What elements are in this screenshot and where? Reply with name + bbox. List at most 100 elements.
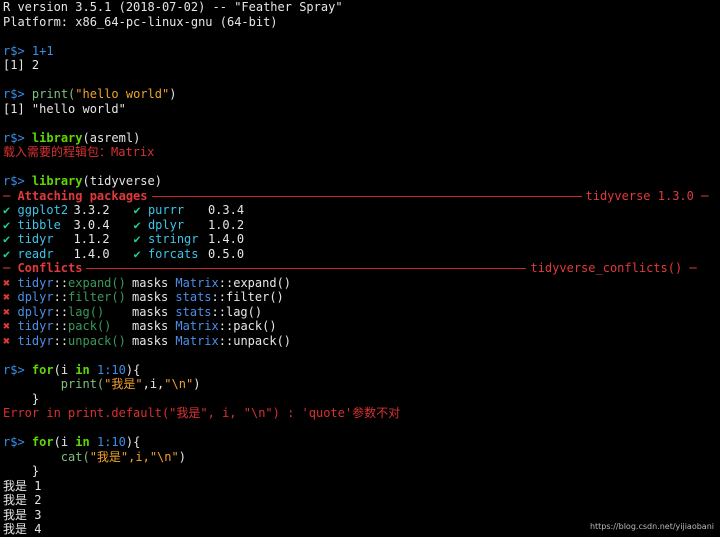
conflict-function: pack() [68,319,112,333]
conflict-function: filter() [68,290,126,304]
code-text: } [31,464,40,478]
code-line: print("我是",i,"\n") [3,377,720,392]
package-name: stringr [147,232,199,246]
keyword: for [31,435,54,449]
package-row: ✔ tibble 3.0.4 ✔ dplyr 1.0.2 [3,218,720,233]
code-line: cat("我是",i,"\n") [3,450,720,465]
error-line: Error in print.default("我是", i, "\n") : … [3,406,401,420]
conflict-package: tidyr [17,333,54,348]
masked-package: Matrix [175,319,219,333]
masks-word: masks [132,275,169,290]
paren: ) [169,87,177,101]
command-line: r$> library(asreml) [3,131,720,146]
prompt: r$> [3,43,25,58]
keyword: library [31,174,83,188]
conflict-row: ✖ dplyr::lag() masks stats::lag() [3,304,263,319]
package-version: 1.4.0 [207,232,245,246]
conflict-function: lag() [68,304,105,319]
cross-icon: ✖ [3,319,11,333]
conflict-function: expand() [68,275,126,290]
package-version: 3.0.4 [73,217,110,232]
command-line: r$> for(i in 1:10){ [3,363,720,378]
output-line: [1] 2 [3,58,40,72]
command-line: r$> for(i in 1:10){ [3,435,720,450]
conflict-package: tidyr [17,319,54,333]
masked-function: lag() [225,304,263,319]
watermark: https://blog.csdn.net/yijiaobani [589,522,714,531]
attaching-header: ─ Attaching packages tidyverse 1.3.0 ─ [3,189,720,204]
cross-icon: ✖ [3,275,11,290]
code-text: (i [53,362,76,377]
masks-word: masks [132,319,169,333]
package-name: dplyr [147,217,185,232]
masked-package: Matrix [175,275,219,290]
package-name: tidyr [17,232,54,246]
package-name: tibble [17,217,61,232]
output-line: 我是 3 [3,507,42,522]
package-version: 0.3.4 [207,203,245,217]
package-name: forcats [147,246,199,261]
command-line: r$> 1+1 [3,44,720,59]
keyword: for [31,362,54,377]
check-icon: ✔ [3,232,11,246]
package-name: purrr [147,203,185,217]
prompt: r$> [3,87,25,101]
package-name: readr [17,246,54,261]
string-literal: "我是",i,"\n" [89,449,179,464]
message-line: 载入需要的程辑包：Matrix [3,145,155,159]
prompt: r$> [3,174,25,188]
code-line: } [3,392,720,407]
masked-function: pack() [233,319,277,333]
check-icon: ✔ [133,203,141,217]
package-version: 0.5.0 [207,246,245,261]
conflict-row: ✖ dplyr::filter() masks stats::filter() [3,290,284,304]
package-name: ggplot2 [17,203,69,217]
package-version: 1.4.0 [73,246,110,261]
cross-icon: ✖ [3,333,11,348]
r-console[interactable]: R version 3.5.1 (2018-07-02) -- "Feather… [0,0,720,537]
function-name: cat( [60,449,90,464]
conflict-package: dplyr [17,304,54,319]
code-text: (i [53,435,76,449]
prompt: r$> [3,362,25,377]
check-icon: ✔ [133,246,141,261]
keyword: in [75,435,90,449]
output-line: 我是 1 [3,478,42,493]
check-icon: ✔ [133,217,141,232]
code-line: } [3,464,720,479]
attaching-title: ─ Attaching packages [3,188,148,203]
code-text: ) [193,377,201,391]
masks-word: masks [132,290,169,304]
package-row: ✔ tidyr 1.1.2 ✔ stringr 1.4.0 [3,232,720,247]
conflicts-function: tidyverse_conflicts() ─ [530,261,697,275]
conflict-row: ✖ tidyr::unpack() masks Matrix::unpack() [3,333,292,348]
masks-word: masks [132,333,169,348]
conflicts-header: ─ Conflicts tidyverse_conflicts() ─ [3,261,720,276]
command-line: r$> library(tidyverse) [3,174,720,189]
code-text: ) [178,449,186,464]
code-text: ,i, [142,377,165,391]
code-text: ){ [125,362,141,377]
prompt: r$> [3,130,25,145]
string-literal: "\n" [164,377,194,391]
conflict-function: unpack() [68,333,126,348]
masked-package: Matrix [175,333,219,348]
conflict-row: ✖ tidyr::pack() masks Matrix::pack() [3,319,277,333]
conflict-row: ✖ tidyr::expand() masks Matrix::expand() [3,275,292,290]
cross-icon: ✖ [3,304,11,319]
command-arg: (asreml) [82,130,141,145]
check-icon: ✔ [3,217,11,232]
prompt: r$> [3,435,25,449]
string-literal: "hello world" [75,87,170,101]
package-row: ✔ readr 1.4.0 ✔ forcats 0.5.0 [3,247,720,262]
function-name: print( [31,87,76,101]
command-text: 1+1 [31,43,54,58]
masked-package: stats [175,290,212,304]
masked-function: unpack() [233,333,292,348]
conflict-package: dplyr [17,290,54,304]
header-rule [151,195,582,197]
code-text: } [31,391,40,406]
conflicts-title: ─ Conflicts [3,261,83,275]
package-version: 3.3.2 [73,203,110,217]
command-arg: (tidyverse) [82,174,162,188]
